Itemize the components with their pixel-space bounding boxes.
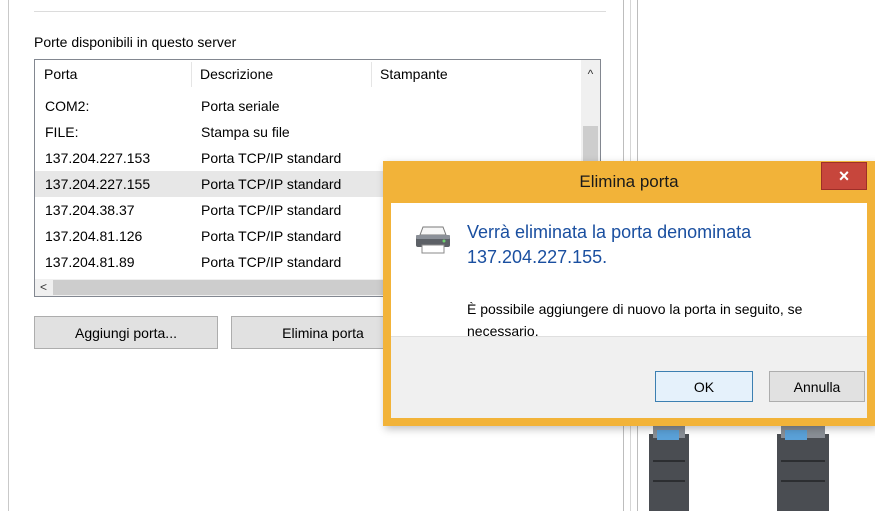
scroll-left-arrow-icon[interactable]: < — [35, 279, 52, 296]
ok-button[interactable]: OK — [655, 371, 753, 402]
close-icon[interactable]: × — [821, 162, 867, 190]
port-description: Porta TCP/IP standard — [201, 228, 342, 244]
window-left-border — [8, 0, 9, 511]
column-header-descrizione[interactable]: Descrizione — [191, 60, 371, 89]
port-description: Porta TCP/IP standard — [201, 150, 342, 166]
horizontal-scroll-thumb[interactable] — [53, 280, 383, 295]
dialog-footer: OK Annulla — [391, 336, 867, 418]
column-header-porta[interactable]: Porta — [35, 60, 191, 89]
port-name: 137.204.81.89 — [45, 254, 135, 270]
port-name: 137.204.38.37 — [45, 202, 135, 218]
main-instruction-line2: 137.204.227.155. — [467, 247, 608, 267]
port-description: Porta TCP/IP standard — [201, 202, 342, 218]
column-header-stampante[interactable]: Stampante — [371, 60, 571, 89]
port-description: Porta TCP/IP standard — [201, 176, 342, 192]
port-name: 137.204.227.155 — [45, 176, 151, 192]
dialog-title: Elimina porta — [579, 172, 679, 191]
port-name: 137.204.81.126 — [45, 228, 143, 244]
delete-port-dialog: Elimina porta × Verrà eliminata la porta… — [383, 161, 875, 426]
printer-icon — [416, 226, 450, 254]
table-row[interactable]: FILE: Stampa su file — [35, 119, 580, 145]
cancel-button[interactable]: Annulla — [769, 371, 865, 402]
port-description: Stampa su file — [201, 124, 290, 140]
top-divider — [34, 11, 606, 12]
ports-section-label: Porte disponibili in questo server — [34, 34, 237, 50]
scroll-up-arrow-icon[interactable]: ^ — [581, 60, 600, 89]
listview-header: Porta Descrizione Stampante — [35, 60, 580, 89]
port-name: 137.204.227.153 — [45, 150, 151, 166]
main-instruction-line1: Verrà eliminata la porta denominata — [467, 222, 752, 242]
port-name: FILE: — [45, 124, 79, 140]
port-description: Porta seriale — [201, 98, 280, 114]
table-row[interactable]: COM2: Porta seriale — [35, 93, 580, 119]
dialog-main-instruction: Verrà eliminata la porta denominata 137.… — [467, 220, 857, 270]
add-port-button[interactable]: Aggiungi porta... — [34, 316, 218, 349]
dialog-content: Verrà eliminata la porta denominata 137.… — [391, 203, 867, 339]
port-description: Porta TCP/IP standard — [201, 254, 342, 270]
printer-device-image — [649, 424, 689, 511]
port-name: COM2: — [45, 98, 90, 114]
printer-device-image — [777, 424, 829, 511]
